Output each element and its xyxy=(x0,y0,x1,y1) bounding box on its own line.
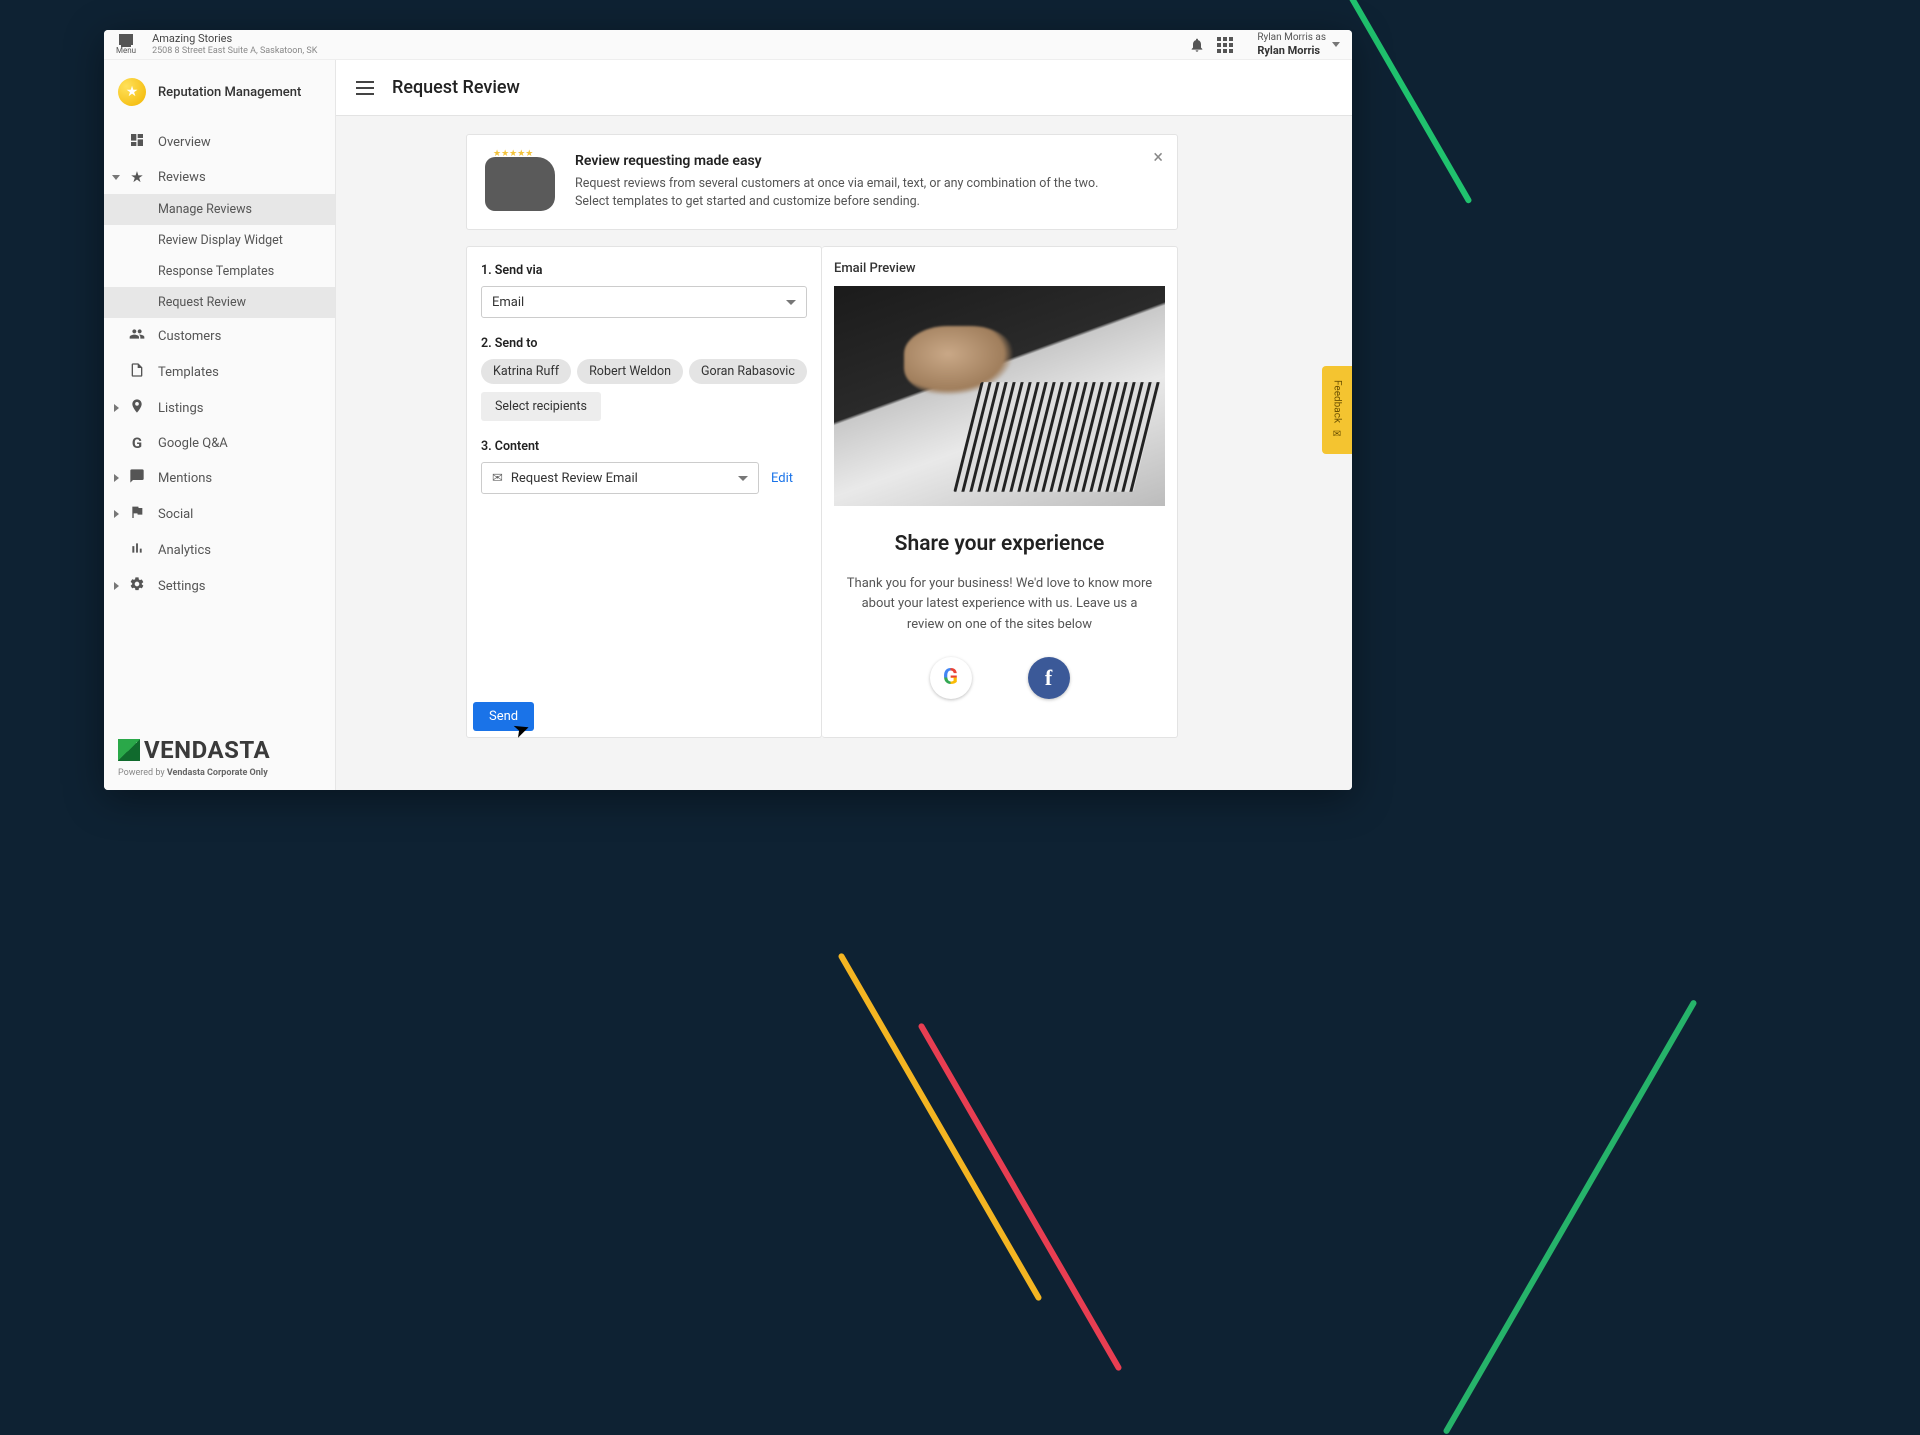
nav-customers[interactable]: Customers xyxy=(104,318,335,354)
banner-illustration xyxy=(485,157,555,211)
close-icon[interactable]: × xyxy=(1153,149,1163,167)
document-icon xyxy=(128,362,146,382)
feedback-tab[interactable]: Feedback ✉ xyxy=(1322,366,1352,454)
google-review-icon[interactable]: G xyxy=(930,657,972,699)
nav-manage-reviews[interactable]: Manage Reviews xyxy=(104,194,335,225)
nav-reviews[interactable]: ★Reviews xyxy=(104,160,335,194)
banner-body: Request reviews from several customers a… xyxy=(575,175,1131,211)
step1-label: 1. Send via xyxy=(481,263,807,278)
decoration xyxy=(837,952,1042,1301)
nav-listings[interactable]: Listings xyxy=(104,390,335,426)
chat-icon: ✉ xyxy=(1332,429,1343,440)
main: Request Review Review requesting made ea… xyxy=(336,60,1352,790)
page-title: Request Review xyxy=(392,77,520,98)
nav-review-display-widget[interactable]: Review Display Widget xyxy=(104,225,335,256)
vendasta-logo: VENDASTA xyxy=(118,736,321,764)
nav-response-templates[interactable]: Response Templates xyxy=(104,256,335,287)
chart-icon xyxy=(128,540,146,560)
page-header: Request Review xyxy=(336,60,1352,116)
chevron-down-icon xyxy=(1332,42,1340,47)
content: Review requesting made easy Request revi… xyxy=(336,116,1352,756)
edit-link[interactable]: Edit xyxy=(771,471,793,486)
chevron-down-icon xyxy=(786,300,796,305)
preview-panel: Email Preview Share your experience Than… xyxy=(822,246,1178,738)
step2-label: 2. Send to xyxy=(481,336,807,351)
business-block: Amazing Stories 2508 8 Street East Suite… xyxy=(152,33,317,55)
app-window: Menu Amazing Stories 2508 8 Street East … xyxy=(104,30,1352,790)
nav-social[interactable]: Social xyxy=(104,496,335,532)
sidebar-footer: VENDASTA Powered by Vendasta Corporate O… xyxy=(104,724,335,790)
people-icon xyxy=(128,326,146,346)
apps-icon[interactable] xyxy=(1211,31,1239,59)
nav-overview[interactable]: Overview xyxy=(104,124,335,160)
preview-body: Thank you for your business! We'd love t… xyxy=(834,574,1165,634)
nav-google-qa[interactable]: GGoogle Q&A xyxy=(104,426,335,460)
recipient-chip[interactable]: Robert Weldon xyxy=(577,359,683,384)
flag-icon xyxy=(128,504,146,524)
user-name: Rylan Morris xyxy=(1257,44,1320,57)
user-menu[interactable]: Rylan Morris as Rylan Morris xyxy=(1257,32,1340,58)
bell-icon[interactable] xyxy=(1183,31,1211,59)
banner-title: Review requesting made easy xyxy=(575,153,1131,169)
business-address: 2508 8 Street East Suite A, Saskatoon, S… xyxy=(152,46,317,56)
panels: 1. Send via Email 2. Send to Katrina Ruf… xyxy=(466,246,1178,738)
select-recipients-button[interactable]: Select recipients xyxy=(481,392,601,421)
hamburger-icon[interactable] xyxy=(356,81,374,95)
facebook-review-icon[interactable]: f xyxy=(1028,657,1070,699)
recipient-chips: Katrina Ruff Robert Weldon Goran Rabasov… xyxy=(481,359,807,384)
content-template-select[interactable]: ✉ Request Review Email xyxy=(481,462,759,494)
menu-label: Menu xyxy=(116,46,136,55)
nav-analytics[interactable]: Analytics xyxy=(104,532,335,568)
sidebar: ★ Reputation Management Overview ★Review… xyxy=(104,60,336,790)
preview-title: Share your experience xyxy=(834,532,1165,556)
preview-heading: Email Preview xyxy=(834,261,1165,276)
gear-icon xyxy=(128,576,146,596)
nav-templates[interactable]: Templates xyxy=(104,354,335,390)
recipient-chip[interactable]: Katrina Ruff xyxy=(481,359,571,384)
decoration xyxy=(1442,999,1697,1435)
step3-label: 3. Content xyxy=(481,439,807,454)
review-site-icons: G f xyxy=(834,657,1165,699)
send-via-select[interactable]: Email xyxy=(481,286,807,318)
google-icon: G xyxy=(128,434,146,452)
decoration xyxy=(917,1022,1122,1371)
send-button[interactable]: Send xyxy=(473,702,534,731)
content-template-value: Request Review Email xyxy=(511,471,638,486)
form-panel: 1. Send via Email 2. Send to Katrina Ruf… xyxy=(466,246,822,738)
star-outline-icon: ★ xyxy=(128,168,146,186)
nav: Overview ★Reviews Manage Reviews Review … xyxy=(104,124,335,604)
mail-icon: ✉ xyxy=(492,471,503,486)
app-name: Reputation Management xyxy=(158,85,301,100)
dashboard-icon xyxy=(128,132,146,152)
chat-icon xyxy=(128,468,146,488)
powered-by: Powered by Vendasta Corporate Only xyxy=(118,768,321,778)
nav-request-review[interactable]: Request Review xyxy=(104,287,335,318)
user-as-label: Rylan Morris as xyxy=(1257,32,1326,44)
recipient-chip[interactable]: Goran Rabasovic xyxy=(689,359,807,384)
topbar: Menu Amazing Stories 2508 8 Street East … xyxy=(104,30,1352,60)
vendasta-mark-icon xyxy=(118,739,140,761)
info-banner: Review requesting made easy Request revi… xyxy=(466,134,1178,230)
app-title: ★ Reputation Management xyxy=(104,60,335,124)
business-name: Amazing Stories xyxy=(152,33,317,45)
nav-mentions[interactable]: Mentions xyxy=(104,460,335,496)
send-via-value: Email xyxy=(492,295,524,310)
chevron-down-icon xyxy=(738,476,748,481)
star-icon: ★ xyxy=(118,78,146,106)
nav-settings[interactable]: Settings xyxy=(104,568,335,604)
pin-icon xyxy=(128,398,146,418)
menu-button[interactable]: Menu xyxy=(116,34,136,55)
preview-image xyxy=(834,286,1165,506)
